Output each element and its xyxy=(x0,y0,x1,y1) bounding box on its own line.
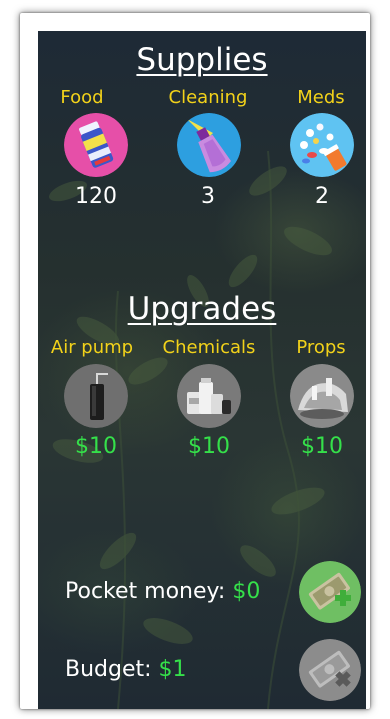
props-price: $10 xyxy=(301,434,343,459)
remove-money-button[interactable] xyxy=(299,639,361,701)
budget-row: Budget: $1 xyxy=(65,657,187,682)
pocket-money-amount: $0 xyxy=(232,579,261,604)
aquarium-props-icon[interactable] xyxy=(290,364,354,428)
supplies-heading: Supplies xyxy=(136,42,268,78)
meds-count: 2 xyxy=(315,184,329,209)
cleaning-label: Cleaning xyxy=(168,87,248,108)
air-pump-label: Air pump xyxy=(50,337,134,358)
medicine-pills-icon[interactable] xyxy=(290,113,354,177)
shop-panel: Supplies Food Cleaning Meds 120 3 2 Upgr… xyxy=(38,31,366,709)
chemicals-bottles-icon[interactable] xyxy=(177,364,241,428)
food-label: Food xyxy=(60,87,104,108)
upgrades-heading: Upgrades xyxy=(127,291,277,327)
cleaning-spray-icon[interactable] xyxy=(177,113,241,177)
pocket-money-label: Pocket money: xyxy=(65,579,226,604)
air-pump-price: $10 xyxy=(75,434,117,459)
remove-money-icon xyxy=(299,639,361,701)
air-pump-icon[interactable] xyxy=(64,364,128,428)
add-money-icon xyxy=(299,561,361,623)
chemicals-label: Chemicals xyxy=(162,337,256,358)
pocket-money-row: Pocket money: $0 xyxy=(65,579,260,604)
add-money-button[interactable] xyxy=(299,561,361,623)
budget-amount: $1 xyxy=(158,657,187,682)
props-label: Props xyxy=(296,337,346,358)
chemicals-price: $10 xyxy=(188,434,230,459)
food-count: 120 xyxy=(75,184,117,209)
cleaning-count: 3 xyxy=(201,184,215,209)
food-container-icon[interactable] xyxy=(64,113,128,177)
budget-label: Budget: xyxy=(65,657,152,682)
meds-label: Meds xyxy=(297,87,345,108)
